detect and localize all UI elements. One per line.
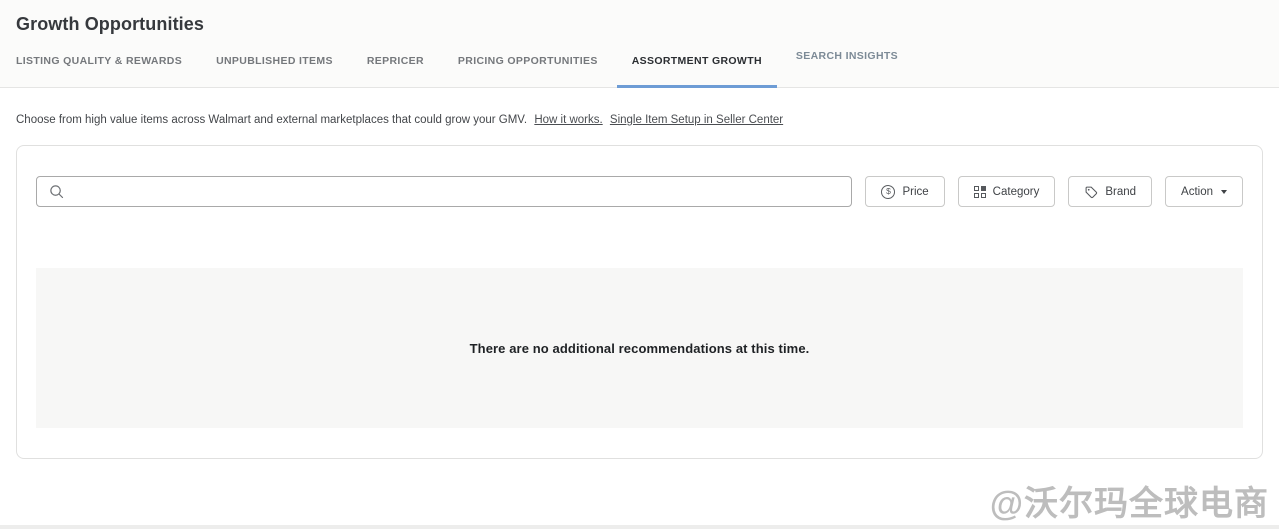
tab-listing-quality-rewards[interactable]: LISTING QUALITY & REWARDS: [16, 55, 182, 87]
tab-repricer[interactable]: REPRICER: [367, 55, 424, 87]
search-input[interactable]: [73, 184, 840, 199]
bottom-edge-strip: [0, 525, 1279, 529]
tab-bar: LISTING QUALITY & REWARDS UNPUBLISHED IT…: [16, 50, 1263, 88]
category-filter-button[interactable]: Category: [957, 176, 1056, 207]
brand-filter-button[interactable]: Brand: [1068, 176, 1153, 207]
empty-state-message: There are no additional recommendations …: [469, 340, 810, 356]
action-dropdown-button[interactable]: Action: [1165, 176, 1243, 207]
single-item-setup-link[interactable]: Single Item Setup in Seller Center: [610, 114, 783, 126]
tab-unpublished-items[interactable]: UNPUBLISHED ITEMS: [216, 55, 333, 87]
search-icon: [49, 184, 64, 199]
search-box[interactable]: [36, 176, 853, 207]
empty-state-panel: There are no additional recommendations …: [36, 268, 1243, 428]
page-description: Choose from high value items across Walm…: [16, 114, 1263, 126]
brand-filter-label: Brand: [1105, 185, 1137, 198]
page-title: Growth Opportunities: [16, 14, 204, 34]
watermark-text: @沃尔玛全球电商: [989, 485, 1269, 523]
tab-assortment-growth[interactable]: ASSORTMENT GROWTH: [616, 55, 778, 88]
filter-toolbar: $ Price Category Brand Action: [36, 176, 1243, 207]
price-filter-button[interactable]: $ Price: [865, 176, 945, 207]
how-it-works-link[interactable]: How it works.: [534, 114, 602, 126]
tag-icon: [1084, 185, 1098, 199]
grid-icon: [973, 185, 986, 198]
caret-down-icon: [1221, 189, 1227, 194]
dollar-circle-icon: $: [881, 184, 896, 199]
action-dropdown-label: Action: [1181, 185, 1213, 198]
category-filter-label: Category: [992, 185, 1040, 198]
price-filter-label: Price: [902, 185, 929, 198]
tab-search-insights[interactable]: SEARCH INSIGHTS: [796, 50, 898, 82]
tab-pricing-opportunities[interactable]: PRICING OPPORTUNITIES: [458, 55, 598, 87]
page-header: Growth Opportunities LISTING QUALITY & R…: [0, 0, 1279, 88]
description-text: Choose from high value items across Walm…: [16, 114, 528, 126]
recommendations-card: $ Price Category Brand Action There are …: [16, 145, 1263, 459]
